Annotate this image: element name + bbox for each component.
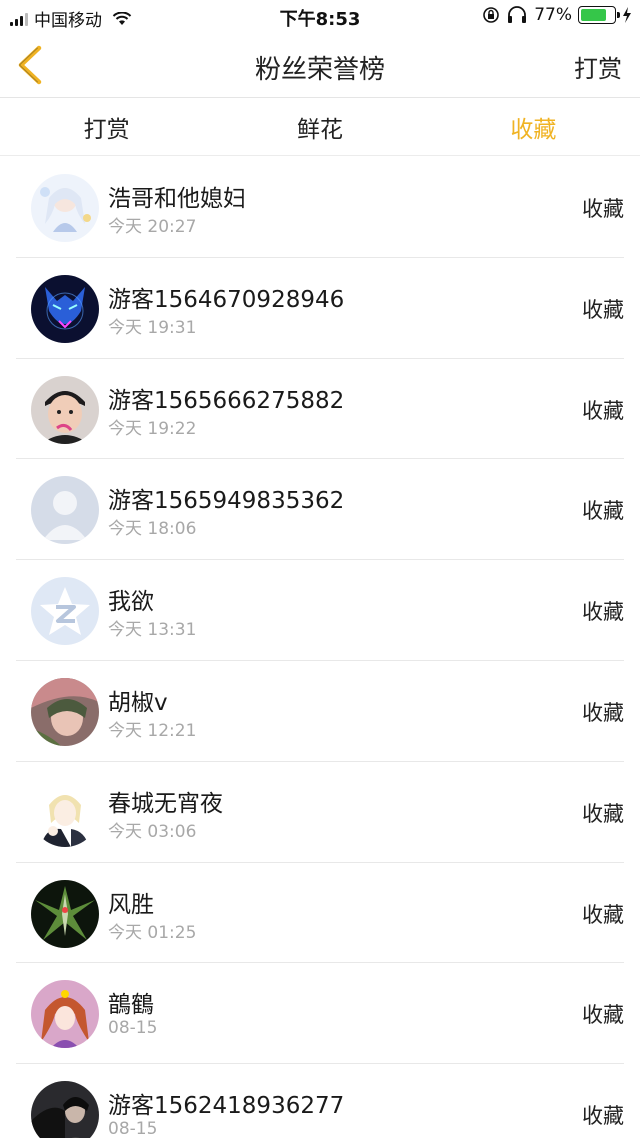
status-right: 77% xyxy=(482,5,632,25)
battery-icon xyxy=(578,6,620,24)
list-item[interactable]: 胡椒v 今天 12:21 收藏 xyxy=(16,661,624,762)
user-time: 08-15 xyxy=(108,1018,158,1039)
list-item[interactable]: 我欲 今天 13:31 收藏 xyxy=(16,560,624,661)
dark-photo-avatar xyxy=(31,1081,99,1138)
default-person-avatar xyxy=(31,476,99,545)
battery-percent: 77% xyxy=(534,5,572,25)
user-time: 今天 13:31 xyxy=(108,620,197,641)
user-time: 今天 03:06 xyxy=(108,821,197,842)
user-name: 风胜 xyxy=(108,891,154,918)
favorite-label: 收藏 xyxy=(582,197,624,221)
anime-girl-avatar xyxy=(31,174,99,242)
purple-anime-avatar xyxy=(31,980,99,1049)
favorite-label: 收藏 xyxy=(582,700,624,725)
list-item[interactable]: 春城无宵夜 今天 03:06 收藏 xyxy=(16,762,624,863)
blue-wolf-avatar xyxy=(31,274,99,343)
list-item[interactable]: 游客1565666275882 今天 19:22 收藏 xyxy=(16,359,624,460)
list-item[interactable]: 游客1565949835362 今天 18:06 收藏 xyxy=(16,459,624,561)
favorite-label: 收藏 xyxy=(582,297,624,322)
tab-reward[interactable]: 打赏 xyxy=(0,98,213,155)
user-time: 今天 19:31 xyxy=(108,317,197,338)
user-time: 今天 18:06 xyxy=(108,519,197,540)
status-bar: 中国移动 下午8:53 77% xyxy=(0,0,640,34)
favorite-label: 收藏 xyxy=(582,801,624,826)
user-name: 游客1565666275882 xyxy=(108,387,345,414)
user-time: 今天 01:25 xyxy=(108,922,197,943)
reward-button[interactable]: 打赏 xyxy=(574,49,622,84)
user-name: 春城无宵夜 xyxy=(108,790,223,817)
favorite-label: 收藏 xyxy=(582,398,624,423)
favorite-label: 收藏 xyxy=(582,1003,624,1028)
tab-favorites[interactable]: 收藏 xyxy=(427,98,640,155)
pink-anime-avatar xyxy=(31,677,99,746)
user-name: 游客1564670928946 xyxy=(108,286,345,313)
list-item[interactable]: 鶕鶴 08-15 收藏 xyxy=(16,963,624,1065)
user-name: 游客1565949835362 xyxy=(108,488,345,515)
boy-photo-avatar xyxy=(31,375,99,444)
favorite-label: 收藏 xyxy=(582,902,624,927)
page-title: 粉丝荣誉榜 xyxy=(254,55,385,85)
user-name: 浩哥和他媳妇 xyxy=(108,186,246,212)
list-item[interactable]: 风胜 今天 01:25 收藏 xyxy=(16,863,624,964)
user-time: 08-15 xyxy=(108,1119,158,1138)
user-time: 今天 19:22 xyxy=(108,418,197,439)
user-name: 我欲 xyxy=(108,589,154,616)
tab-flowers[interactable]: 鲜花 xyxy=(213,98,426,155)
charging-bolt-icon xyxy=(623,7,631,23)
user-name: 胡椒v xyxy=(108,689,168,716)
nav-bar: 粉丝荣誉榜 打赏 xyxy=(0,34,640,98)
tab-bar: 打赏 鲜花 收藏 xyxy=(0,98,640,156)
blonde-anime-avatar xyxy=(31,778,99,847)
user-time: 今天 12:21 xyxy=(108,720,197,741)
list-item[interactable]: 浩哥和他媳妇 今天 20:27 收藏 xyxy=(16,157,624,258)
rotation-lock-icon xyxy=(483,7,500,23)
user-name: 鶕鶴 xyxy=(108,992,154,1019)
user-time: 今天 20:27 xyxy=(108,217,197,237)
user-name: 游客1562418936277 xyxy=(108,1093,345,1120)
qq-star-avatar xyxy=(31,577,99,646)
favorite-label: 收藏 xyxy=(582,499,624,524)
fan-list: 浩哥和他媳妇 今天 20:27 收藏 游客1564670928946 今天 19… xyxy=(0,157,640,1138)
favorite-label: 收藏 xyxy=(582,1104,624,1129)
list-item[interactable]: 游客1564670928946 今天 19:31 收藏 xyxy=(16,258,624,359)
list-item[interactable]: 游客1562418936277 08-15 收藏 xyxy=(16,1064,624,1138)
battery-level xyxy=(581,9,606,21)
favorite-label: 收藏 xyxy=(582,600,624,625)
headphones-icon xyxy=(508,6,527,23)
gundam-avatar xyxy=(31,879,99,948)
